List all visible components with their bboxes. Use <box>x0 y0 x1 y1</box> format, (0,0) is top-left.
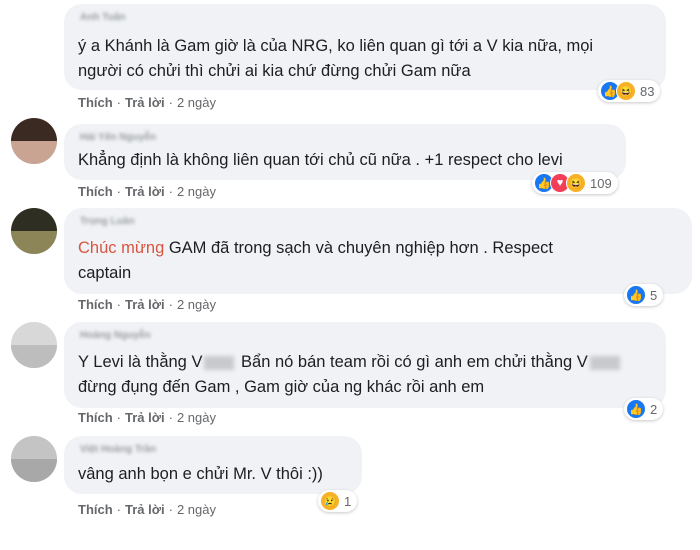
avatar[interactable] <box>11 322 57 368</box>
comment-bubble: Việt Hoàng Trần vâng anh bọn e chửi Mr. … <box>64 436 362 494</box>
reply-button[interactable]: Trả lời <box>125 184 165 199</box>
reply-button[interactable]: Trả lời <box>125 502 165 517</box>
comment-author[interactable]: Anh Tuấn <box>80 12 125 23</box>
comment-text: vâng anh bọn e chửi Mr. V thôi :)) <box>78 465 323 483</box>
comment-text: Chúc mừng GAM đã trong sạch và chuyên ng… <box>78 239 553 282</box>
comment-author[interactable]: Hải Yến Nguyễn <box>80 132 156 143</box>
reaction-summary[interactable]: 😢 1 <box>318 490 358 512</box>
comment-bubble: Trọng Luân Chúc mừng GAM đã trong sạch v… <box>64 208 692 294</box>
reply-button[interactable]: Trả lời <box>125 410 165 425</box>
censored-text <box>204 355 235 370</box>
reaction-summary[interactable]: 👍 2 <box>624 398 664 420</box>
comment-text: Y Levi là thằng V Bẩn nó bán team rồi có… <box>78 350 622 400</box>
comment-time[interactable]: 2 ngày <box>177 502 216 517</box>
reaction-summary[interactable]: 👍 😆 83 <box>598 80 661 102</box>
reaction-count: 1 <box>344 493 352 509</box>
comment-actions: Thích · Trả lời · 2 ngày <box>78 95 216 110</box>
comment-actions: Thích · Trả lời · 2 ngày <box>78 297 216 312</box>
sad-reaction-icon: 😢 <box>320 491 340 511</box>
comment-time[interactable]: 2 ngày <box>177 297 216 312</box>
comment-author[interactable]: Hoàng Nguyễn <box>80 330 151 341</box>
haha-reaction-icon: 😆 <box>566 173 586 193</box>
like-button[interactable]: Thích <box>78 184 113 199</box>
avatar[interactable] <box>11 118 57 164</box>
comment-bubble: Hoàng Nguyễn Y Levi là thằng V Bẩn nó bá… <box>64 322 666 408</box>
like-reaction-icon: 👍 <box>626 285 646 305</box>
reaction-summary[interactable]: 👍 ♥ 😆 109 <box>532 172 618 194</box>
reply-button[interactable]: Trả lời <box>125 95 165 110</box>
reaction-count: 2 <box>650 401 658 417</box>
reaction-count: 83 <box>640 83 655 99</box>
comment-author[interactable]: Trọng Luân <box>80 216 134 227</box>
comment-author[interactable]: Việt Hoàng Trần <box>80 444 156 455</box>
like-button[interactable]: Thích <box>78 297 113 312</box>
reaction-summary[interactable]: 👍 5 <box>624 284 664 306</box>
comment-time[interactable]: 2 ngày <box>177 184 216 199</box>
comment-actions: Thích · Trả lời · 2 ngày <box>78 184 216 199</box>
highlighted-text: Chúc mừng <box>78 239 165 257</box>
comment-bubble: Anh Tuấn ý a Khánh là Gam giờ là của NRG… <box>64 4 666 90</box>
avatar[interactable] <box>11 436 57 482</box>
like-button[interactable]: Thích <box>78 410 113 425</box>
reaction-count: 5 <box>650 287 658 303</box>
comment-actions: Thích · Trả lời · 2 ngày <box>78 502 216 517</box>
like-reaction-icon: 👍 <box>626 399 646 419</box>
comment-time[interactable]: 2 ngày <box>177 95 216 110</box>
haha-reaction-icon: 😆 <box>616 81 636 101</box>
avatar[interactable] <box>11 208 57 254</box>
comment-text: Khẳng định là không liên quan tới chủ cũ… <box>78 151 563 169</box>
like-button[interactable]: Thích <box>78 95 113 110</box>
comment-time[interactable]: 2 ngày <box>177 410 216 425</box>
reaction-count: 109 <box>590 175 612 191</box>
reply-button[interactable]: Trả lời <box>125 297 165 312</box>
like-button[interactable]: Thích <box>78 502 113 517</box>
censored-text <box>589 355 620 370</box>
comment-actions: Thích · Trả lời · 2 ngày <box>78 410 216 425</box>
comment-text: ý a Khánh là Gam giờ là của NRG, ko liên… <box>78 37 594 80</box>
